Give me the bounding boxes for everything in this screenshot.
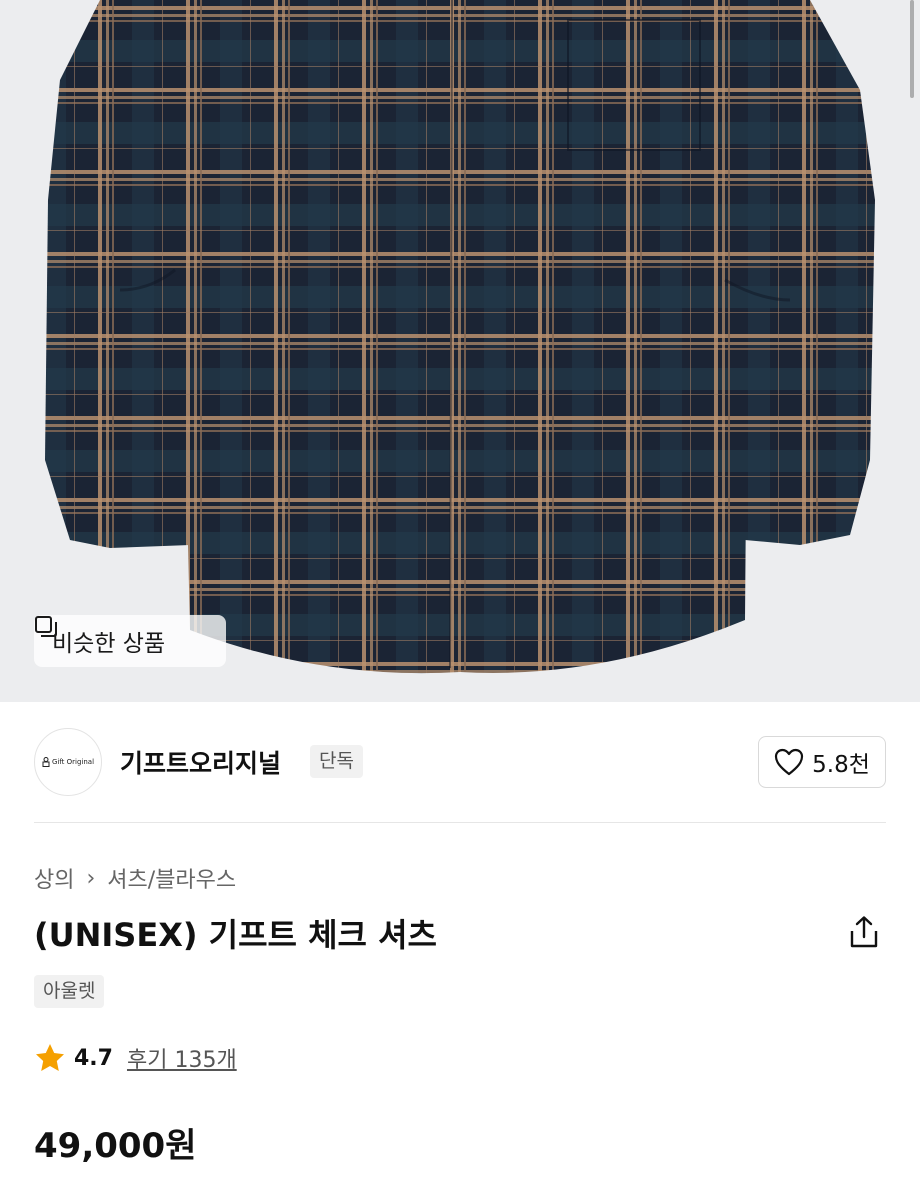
brand-name-link[interactable]: 기프트오리지널 [120,744,281,780]
heart-icon [775,748,804,776]
product-title: (UNISEX) 기프트 체크 셔츠 [34,916,438,954]
rating-row: 4.7 후기 135개 [34,1042,237,1074]
product-image[interactable]: 비슷한 상품 [0,0,920,702]
like-button[interactable]: 5.8천 [758,736,886,788]
breadcrumb: 상의 › 셔츠/블라우스 [34,862,236,894]
shirt-illustration [45,0,875,674]
star-icon [36,1044,64,1071]
section-divider [34,822,886,823]
share-icon[interactable] [846,914,882,950]
similar-products-button[interactable]: 비슷한 상품 [34,615,226,667]
similar-products-label: 비슷한 상품 [52,631,166,657]
review-count-link[interactable]: 후기 135개 [127,1042,237,1074]
brand-row: Gift Original 기프트오리지널 단독 5.8천 [34,728,886,796]
brand-logo-text: Gift Original [51,758,95,766]
similar-items-icon [35,616,57,637]
breadcrumb-category[interactable]: 상의 [34,862,74,894]
exclusive-badge: 단독 [310,745,363,778]
image-scroll-indicator [910,0,914,98]
brand-logo[interactable]: Gift Original [34,728,102,796]
chevron-right-icon: › [86,865,96,891]
product-price: 49,000원 [34,1126,197,1166]
breadcrumb-subcategory[interactable]: 셔츠/블라우스 [107,862,236,894]
like-count: 5.8천 [812,752,870,778]
rating-value: 4.7 [74,1045,113,1071]
outlet-tag: 아울렛 [34,975,105,1008]
gift-logo-icon [42,757,50,767]
